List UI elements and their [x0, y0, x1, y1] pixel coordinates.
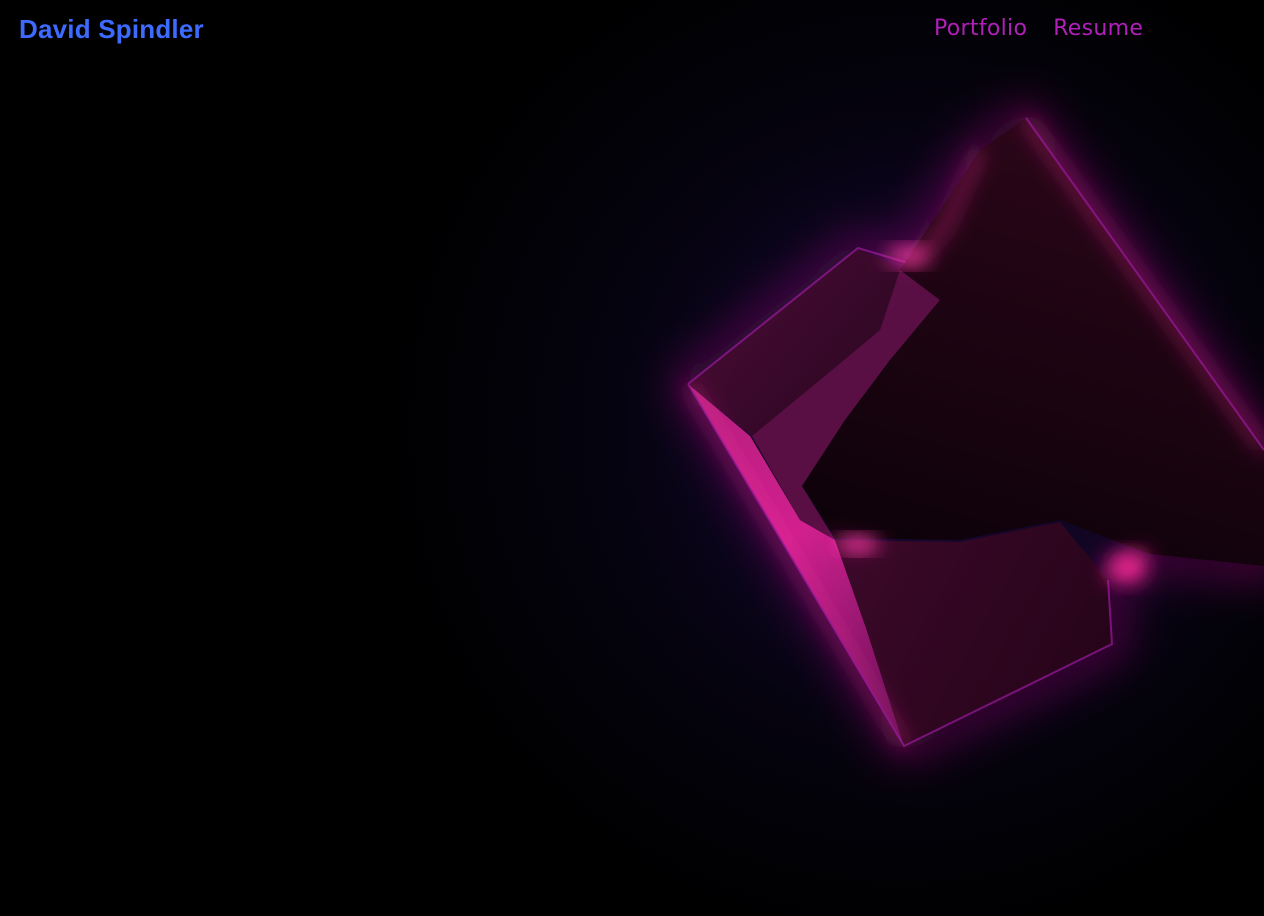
hotspot-mid: [838, 537, 878, 551]
hero-3d-shape: [0, 0, 1264, 916]
main-nav: Portfolio Resume: [934, 16, 1143, 41]
brand-link[interactable]: David Spindler: [19, 14, 204, 45]
page: David Spindler Portfolio Resume: [0, 0, 1264, 916]
hotspot-top: [886, 248, 930, 264]
nav-link-resume[interactable]: Resume: [1053, 16, 1143, 41]
nav-link-portfolio[interactable]: Portfolio: [934, 16, 1027, 41]
site-header: David Spindler Portfolio Resume: [0, 0, 1264, 64]
hotspot-right: [1110, 554, 1146, 582]
